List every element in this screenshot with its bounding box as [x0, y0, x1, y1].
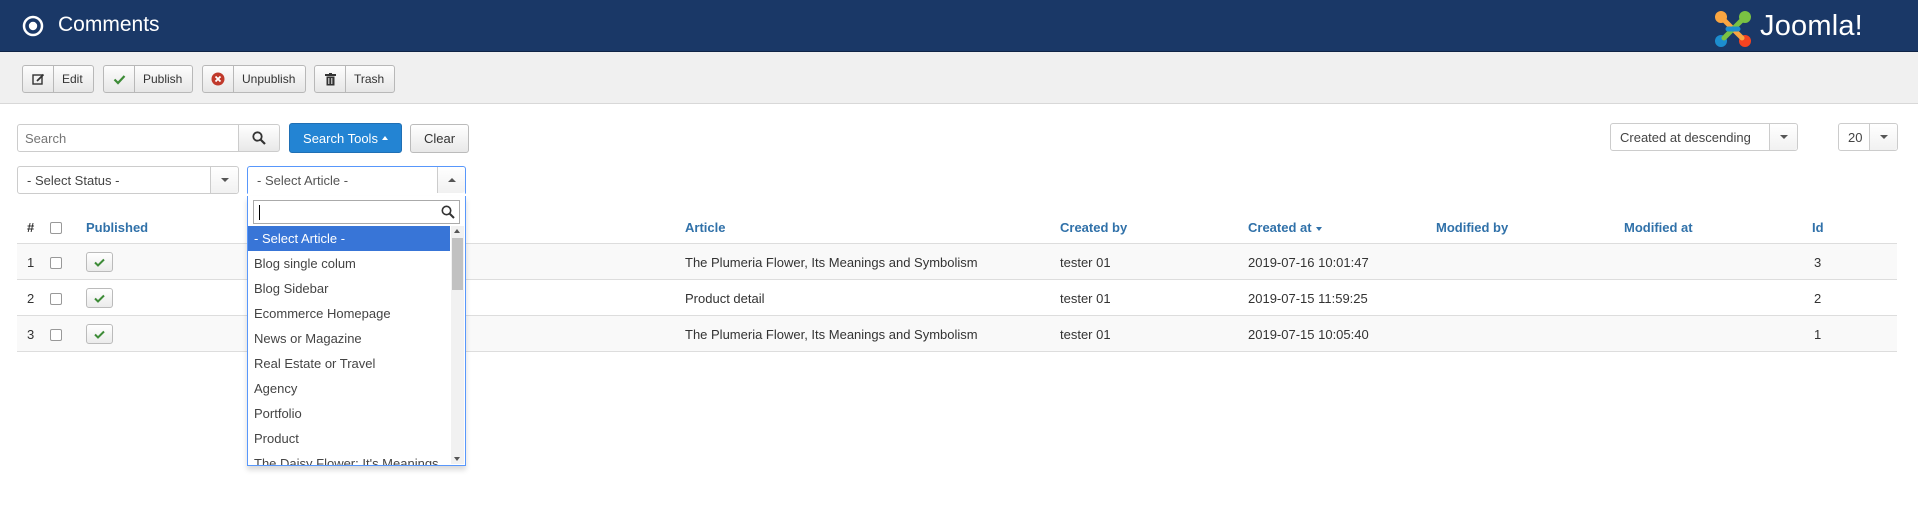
col-num: #	[27, 220, 35, 235]
col-id[interactable]: Id	[1812, 220, 1824, 235]
row-article[interactable]: The Plumeria Flower, Its Meanings and Sy…	[685, 327, 978, 342]
article-options-list: - Select Article - Blog single colum Blo…	[248, 226, 450, 465]
sort-select[interactable]: Created at descending	[1610, 123, 1798, 151]
row-num: 1	[27, 255, 35, 270]
row-created-by: tester 01	[1060, 327, 1111, 342]
app-header: Comments Joomla!	[0, 0, 1918, 52]
published-toggle[interactable]	[86, 324, 113, 344]
radio-circle-icon	[22, 15, 44, 37]
limit-select[interactable]: 20	[1838, 123, 1898, 151]
check-icon	[94, 258, 105, 267]
row-article[interactable]: The Plumeria Flower, Its Meanings and Sy…	[685, 255, 978, 270]
search-tools-label: Search Tools	[303, 130, 378, 146]
caret-up-icon	[381, 136, 388, 140]
published-toggle[interactable]	[86, 288, 113, 308]
row-created-at: 2019-07-15 10:05:40	[1248, 327, 1369, 342]
row-created-at: 2019-07-15 11:59:25	[1248, 291, 1368, 306]
search-icon	[252, 131, 266, 145]
article-search-input[interactable]	[253, 200, 460, 224]
article-option[interactable]: Ecommerce Homepage	[248, 301, 450, 326]
col-published[interactable]: Published	[86, 220, 148, 235]
row-num: 3	[27, 327, 35, 342]
edit-label: Edit	[62, 72, 83, 86]
article-option[interactable]: News or Magazine	[248, 326, 450, 351]
unpublish-button[interactable]: Unpublish	[202, 65, 307, 93]
trash-button[interactable]: Trash	[314, 65, 396, 93]
clear-button[interactable]: Clear	[410, 124, 469, 153]
dropdown-scrollbar[interactable]	[451, 226, 464, 464]
joomla-logo[interactable]: Joomla!	[1712, 8, 1892, 47]
published-toggle[interactable]	[86, 252, 113, 272]
article-value: - Select Article -	[257, 172, 349, 188]
col-created-by[interactable]: Created by	[1060, 220, 1127, 235]
row-created-by: tester 01	[1060, 291, 1111, 306]
row-article[interactable]: Product detail	[685, 291, 765, 306]
article-option[interactable]: Blog Sidebar	[248, 276, 450, 301]
trash-icon	[315, 66, 346, 92]
article-dropdown: - Select Article - Blog single colum Blo…	[247, 196, 466, 466]
col-created-at-label: Created at	[1248, 220, 1312, 235]
sort-value: Created at descending	[1620, 129, 1751, 145]
check-icon	[94, 294, 105, 303]
scroll-thumb[interactable]	[452, 238, 463, 290]
trash-label: Trash	[354, 72, 385, 86]
text-caret	[259, 205, 260, 220]
row-created-by: tester 01	[1060, 255, 1111, 270]
joomla-mark-icon	[1715, 11, 1751, 47]
col-article[interactable]: Article	[685, 220, 725, 235]
row-checkbox[interactable]	[50, 293, 62, 305]
unpublish-label: Unpublish	[242, 72, 296, 86]
col-created-at[interactable]: Created at	[1248, 220, 1323, 235]
row-checkbox[interactable]	[50, 329, 62, 341]
col-modified-at[interactable]: Modified at	[1624, 220, 1693, 235]
row-id: 1	[1814, 327, 1822, 342]
search-button[interactable]	[238, 124, 280, 152]
article-option[interactable]: Portfolio	[248, 401, 450, 426]
toolbar: Edit Publish Unpublish Trash	[0, 52, 1918, 104]
check-icon	[104, 66, 135, 92]
scroll-down-icon[interactable]	[454, 457, 460, 461]
search-input[interactable]	[17, 124, 239, 152]
select-all-checkbox[interactable]	[50, 222, 62, 234]
search-icon	[441, 205, 455, 219]
page-title: Comments	[58, 13, 160, 36]
search-tools-button[interactable]: Search Tools	[289, 123, 402, 153]
row-created-at: 2019-07-16 10:01:47	[1248, 255, 1369, 270]
status-select[interactable]: - Select Status -	[17, 166, 239, 194]
edit-button[interactable]: Edit	[22, 65, 94, 93]
status-value: - Select Status -	[27, 172, 120, 188]
col-modified-by[interactable]: Modified by	[1436, 220, 1508, 235]
publish-label: Publish	[143, 72, 183, 86]
edit-icon	[23, 66, 54, 92]
article-option[interactable]: Blog single colum	[248, 251, 450, 276]
unpublish-circle-x-icon	[203, 66, 234, 92]
sort-desc-icon	[1316, 226, 1323, 231]
publish-button[interactable]: Publish	[103, 65, 194, 93]
scroll-up-icon[interactable]	[454, 229, 460, 233]
chevron-up-icon	[437, 167, 465, 193]
article-option[interactable]: Real Estate or Travel	[248, 351, 450, 376]
row-num: 2	[27, 291, 35, 306]
row-id: 3	[1814, 255, 1822, 270]
chevron-down-icon	[210, 167, 238, 193]
check-icon	[94, 330, 105, 339]
chevron-down-icon	[1869, 124, 1897, 150]
row-id: 2	[1814, 291, 1822, 306]
limit-value: 20	[1848, 129, 1863, 145]
article-option[interactable]: The Daisy Flower: It's Meanings	[248, 451, 450, 465]
row-checkbox[interactable]	[50, 257, 62, 269]
article-option[interactable]: Agency	[248, 376, 450, 401]
chevron-down-icon	[1769, 124, 1797, 150]
article-select[interactable]: - Select Article -	[247, 166, 466, 194]
article-option[interactable]: Product	[248, 426, 450, 451]
logo-text: Joomla!	[1760, 10, 1863, 42]
article-option[interactable]: - Select Article -	[248, 226, 450, 251]
